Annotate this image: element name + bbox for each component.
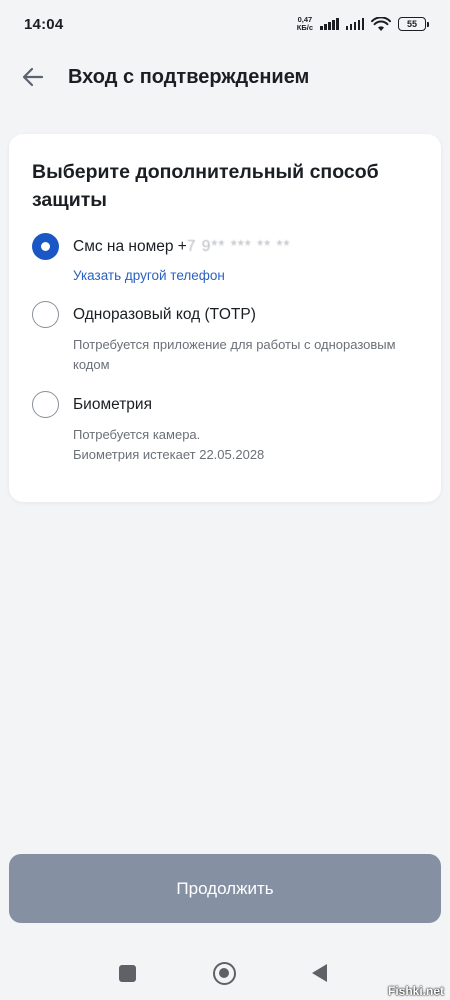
masked-phone-number: 7 9** *** ** ** bbox=[186, 238, 291, 255]
app-header: Вход с подтверждением bbox=[0, 52, 450, 102]
radio-totp[interactable] bbox=[32, 301, 59, 328]
option-label: Смс на номер +7 9** *** ** ** bbox=[73, 233, 419, 260]
option-sms[interactable]: Смс на номер +7 9** *** ** ** Указать др… bbox=[32, 233, 419, 283]
option-totp-label: Одноразовый код (TOTP) bbox=[73, 306, 256, 323]
status-bar: 14:04 0,47 КБ/с 55 bbox=[0, 0, 450, 48]
recent-apps-icon[interactable] bbox=[119, 965, 136, 982]
arrow-left-icon bbox=[22, 67, 44, 87]
option-totp[interactable]: Одноразовый код (TOTP) Потребуется прило… bbox=[32, 301, 419, 374]
biometry-camera-note: Потребуется камера. bbox=[73, 427, 201, 442]
battery-icon: 55 bbox=[398, 17, 429, 31]
option-sms-label: Смс на номер + bbox=[73, 238, 187, 255]
net-speed-unit: КБ/с bbox=[296, 23, 313, 32]
signal-icon bbox=[345, 18, 364, 30]
net-speed: 0,47 КБ/с bbox=[297, 16, 313, 32]
wifi-icon bbox=[371, 16, 391, 31]
page-title: Вход с подтверждением bbox=[68, 65, 310, 88]
option-biometry-label: Биометрия bbox=[73, 396, 152, 413]
status-time: 14:04 bbox=[24, 15, 64, 33]
back-icon[interactable] bbox=[312, 964, 327, 982]
home-icon[interactable] bbox=[213, 962, 236, 985]
radio-sms[interactable] bbox=[32, 233, 59, 260]
card-title: Выберите дополнительный способ защиты bbox=[32, 161, 379, 211]
option-biometry[interactable]: Биометрия Потребуется камера. Биометрия … bbox=[32, 391, 419, 464]
option-totp-description: Потребуется приложение для работы с одно… bbox=[73, 337, 396, 372]
status-icons: 0,47 КБ/с 55 bbox=[297, 16, 429, 32]
watermark: Fishki.net bbox=[387, 984, 444, 998]
radio-biometry[interactable] bbox=[32, 391, 59, 418]
option-biometry-description: Потребуется камера. Биометрия истекает 2… bbox=[73, 425, 419, 464]
system-nav-bar bbox=[0, 950, 450, 996]
back-button[interactable] bbox=[18, 62, 48, 92]
signal-icon bbox=[320, 18, 339, 30]
protection-method-card: Выберите дополнительный способ защиты См… bbox=[9, 134, 441, 502]
continue-button[interactable]: Продолжить bbox=[9, 854, 441, 923]
biometry-expiry-note: Биометрия истекает 22.05.2028 bbox=[73, 446, 265, 462]
change-phone-link[interactable]: Указать другой телефон bbox=[73, 268, 419, 283]
